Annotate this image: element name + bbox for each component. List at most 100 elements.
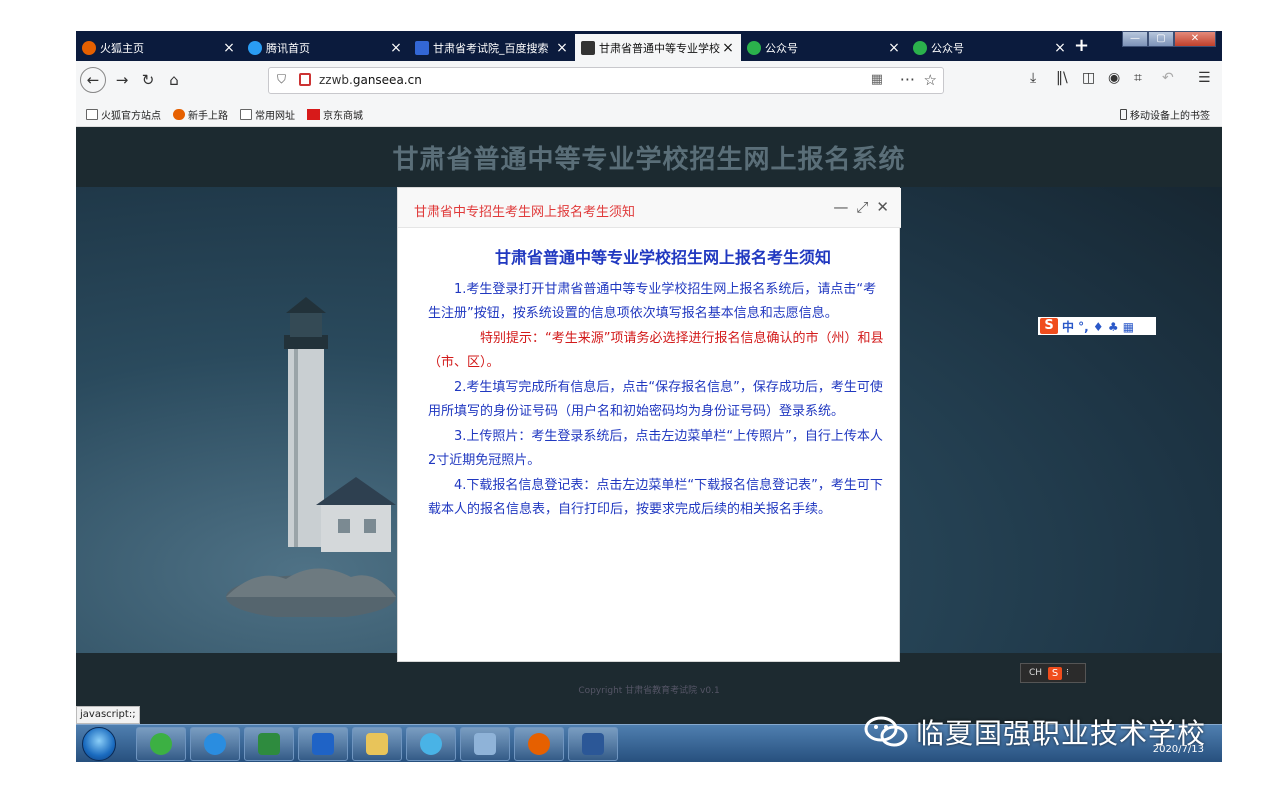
tab-enrollment-system[interactable]: 甘肃省普通中等专业学校 ×	[575, 34, 741, 61]
site-title: 甘肃省普通中等专业学校招生网上报名系统	[392, 145, 906, 175]
undo-icon[interactable]: ↶	[1162, 70, 1174, 86]
taskbar-app[interactable]	[298, 727, 348, 761]
watermark-text: 临夏国强职业技术学校	[916, 717, 1207, 750]
notice-paragraph: 3.上传照片：考生登录系统后，点击左边菜单栏“上传照片”，自行上传本人2寸近期免…	[428, 428, 883, 469]
jd-icon	[307, 109, 320, 120]
close-tab-icon[interactable]: ×	[555, 40, 569, 56]
taskbar-wechat[interactable]	[136, 727, 186, 761]
tencent-icon	[248, 40, 262, 55]
tab-bar: 火狐主页 × 腾讯首页 × 甘肃省考试院_百度搜索 × 甘肃省普通中等专业学校 …	[76, 31, 1222, 61]
forward-button[interactable]: →	[112, 70, 132, 90]
maximize-button[interactable]: ▢	[1148, 31, 1174, 47]
firefox-icon	[173, 109, 185, 120]
word-icon	[582, 733, 604, 755]
bookmark-common-sites[interactable]: 常用网址	[240, 107, 295, 122]
tab-tencent[interactable]: 腾讯首页 ×	[242, 34, 409, 61]
notice-paragraph: 2.考生填写完成所有信息后，点击“保存报名信息”，保存成功后，考生可使用所填写的…	[428, 379, 883, 420]
internet-explorer-icon	[204, 733, 226, 755]
home-button[interactable]: ⌂	[164, 70, 184, 90]
bookmarks-bar: 火狐官方站点 新手上路 常用网址 京东商城 移动设备上的书签	[76, 99, 1222, 127]
account-icon[interactable]: ◉	[1108, 70, 1120, 86]
qr-code-icon[interactable]: ▦	[871, 72, 883, 87]
tab-baidu-search[interactable]: 甘肃省考试院_百度搜索 ×	[409, 34, 575, 61]
sogou-logo-icon: S	[1048, 666, 1063, 680]
notes-icon	[474, 733, 496, 755]
page-actions-icon[interactable]: ···	[900, 70, 915, 89]
site-header: 甘肃省普通中等专业学校招生网上报名系统	[76, 127, 1222, 187]
close-tab-icon[interactable]: ×	[389, 40, 403, 56]
minimize-dialog-icon[interactable]: —	[833, 198, 848, 216]
notice-heading: 甘肃省普通中等专业学校招生网上报名考生须知	[494, 248, 831, 267]
new-tab-button[interactable]: +	[1074, 35, 1089, 56]
taskbar-excel[interactable]	[244, 727, 294, 761]
back-button[interactable]: ←	[80, 67, 106, 93]
baidu-icon	[415, 40, 429, 55]
taskbar-ie[interactable]	[190, 727, 240, 761]
insecure-lock-icon[interactable]	[299, 73, 311, 86]
messenger-icon	[420, 733, 442, 755]
copyright-text: Copyright 甘肃省教育考试院 v0.1	[578, 686, 720, 696]
bookmark-star-icon[interactable]: ☆	[924, 71, 937, 89]
dialog-controls: — ⤢ ✕	[833, 198, 889, 216]
wechat-icon	[150, 733, 172, 755]
dialog-title: 甘肃省中专招生考生网上报名考生须知	[414, 205, 636, 220]
folder-icon	[366, 733, 388, 755]
notice-paragraph: 1.考生登录打开甘肃省普通中等专业学校招生网上报名系统后，请点击“考生注册”按钮…	[428, 281, 877, 322]
tracking-shield-icon[interactable]: ⛉	[277, 72, 286, 87]
close-dialog-icon[interactable]: ✕	[876, 198, 889, 216]
lighthouse-illustration	[226, 297, 396, 617]
status-link-preview: javascript:;	[76, 706, 140, 724]
reload-button[interactable]: ↻	[138, 70, 158, 90]
sogou-logo-icon: S	[1040, 318, 1058, 334]
notice-paragraph: 4.下载报名信息登记表：点击左边菜单栏“下载报名信息登记表”，考生可下载本人的报…	[428, 477, 883, 518]
close-tab-icon[interactable]: ×	[887, 40, 901, 56]
dialog-header: 甘肃省中专招生考生网上报名考生须知 — ⤢ ✕	[398, 188, 901, 228]
folder-icon	[86, 109, 98, 120]
maximize-dialog-icon[interactable]: ⤢	[856, 198, 868, 216]
notice-special-tip: 特别提示：“考生来源”项请务必选择进行报名信息确认的市（州）和县（市、区）。	[428, 330, 884, 371]
taskbar-word[interactable]	[568, 727, 618, 761]
watermark: 临夏国强职业技术学校	[864, 712, 1206, 752]
tab-wechat-official-1[interactable]: 公众号 ×	[741, 34, 907, 61]
site-icon	[581, 40, 595, 55]
firefox-icon	[82, 40, 96, 55]
start-button[interactable]	[82, 727, 116, 761]
sogou-input-toolbar[interactable]: S 中 °, ♦ ♣ ▦	[1038, 317, 1156, 335]
folder-icon	[240, 109, 252, 120]
tab-firefox-home[interactable]: 火狐主页 ×	[76, 34, 242, 61]
wechat-mp-icon	[747, 40, 761, 55]
minimize-button[interactable]: —	[1122, 31, 1148, 47]
bookmark-jd-mall[interactable]: 京东商城	[307, 107, 363, 122]
window-controls: — ▢ ✕	[1122, 31, 1216, 49]
close-window-button[interactable]: ✕	[1174, 31, 1216, 47]
phone-icon	[1120, 109, 1127, 120]
bookmark-getting-started[interactable]: 新手上路	[173, 107, 228, 122]
library-icon[interactable]: ‖\	[1056, 70, 1068, 86]
notice-dialog: 甘肃省中专招生考生网上报名考生须知 — ⤢ ✕ 甘肃省普通中等专业学校招生网上报…	[397, 187, 901, 662]
sidebar-icon[interactable]: ◫	[1082, 70, 1095, 86]
firefox-icon	[528, 733, 550, 755]
url-bar[interactable]: ⛉ zzwb.ganseea.cn ▦ ··· ☆	[268, 67, 944, 94]
bookmark-mobile[interactable]: 移动设备上的书签	[1120, 107, 1210, 122]
screenshot-icon[interactable]: ⌗	[1134, 70, 1142, 86]
app-icon	[312, 733, 334, 755]
language-bar-menu-icon[interactable]: ⁝	[1066, 668, 1069, 678]
taskbar-messenger[interactable]	[406, 727, 456, 761]
bookmark-firefox-official[interactable]: 火狐官方站点	[86, 107, 161, 122]
taskbar-notes[interactable]	[460, 727, 510, 761]
browser-window: 火狐主页 × 腾讯首页 × 甘肃省考试院_百度搜索 × 甘肃省普通中等专业学校 …	[76, 31, 1222, 762]
wechat-logo-icon	[864, 716, 908, 747]
taskbar-explorer[interactable]	[352, 727, 402, 761]
download-icon[interactable]: ⤓	[1030, 70, 1036, 86]
navigation-bar: ← → ↻ ⌂ ⛉ zzwb.ganseea.cn ▦ ··· ☆ ⤓ ‖\ ◫…	[76, 61, 1222, 99]
taskbar-firefox[interactable]	[514, 727, 564, 761]
dialog-body: 甘肃省普通中等专业学校招生网上报名考生须知 1.考生登录打开甘肃省普通中等专业学…	[428, 246, 884, 523]
close-tab-icon[interactable]: ×	[222, 40, 236, 56]
menu-icon[interactable]: ☰	[1198, 70, 1211, 86]
wechat-mp-icon	[913, 40, 927, 55]
url-text[interactable]: zzwb.ganseea.cn	[319, 73, 422, 87]
close-tab-icon[interactable]: ×	[1053, 40, 1067, 56]
close-tab-icon[interactable]: ×	[721, 40, 735, 56]
tab-wechat-official-2[interactable]: 公众号 ×	[907, 34, 1073, 61]
language-bar[interactable]: CH S ⁝	[1020, 663, 1086, 683]
